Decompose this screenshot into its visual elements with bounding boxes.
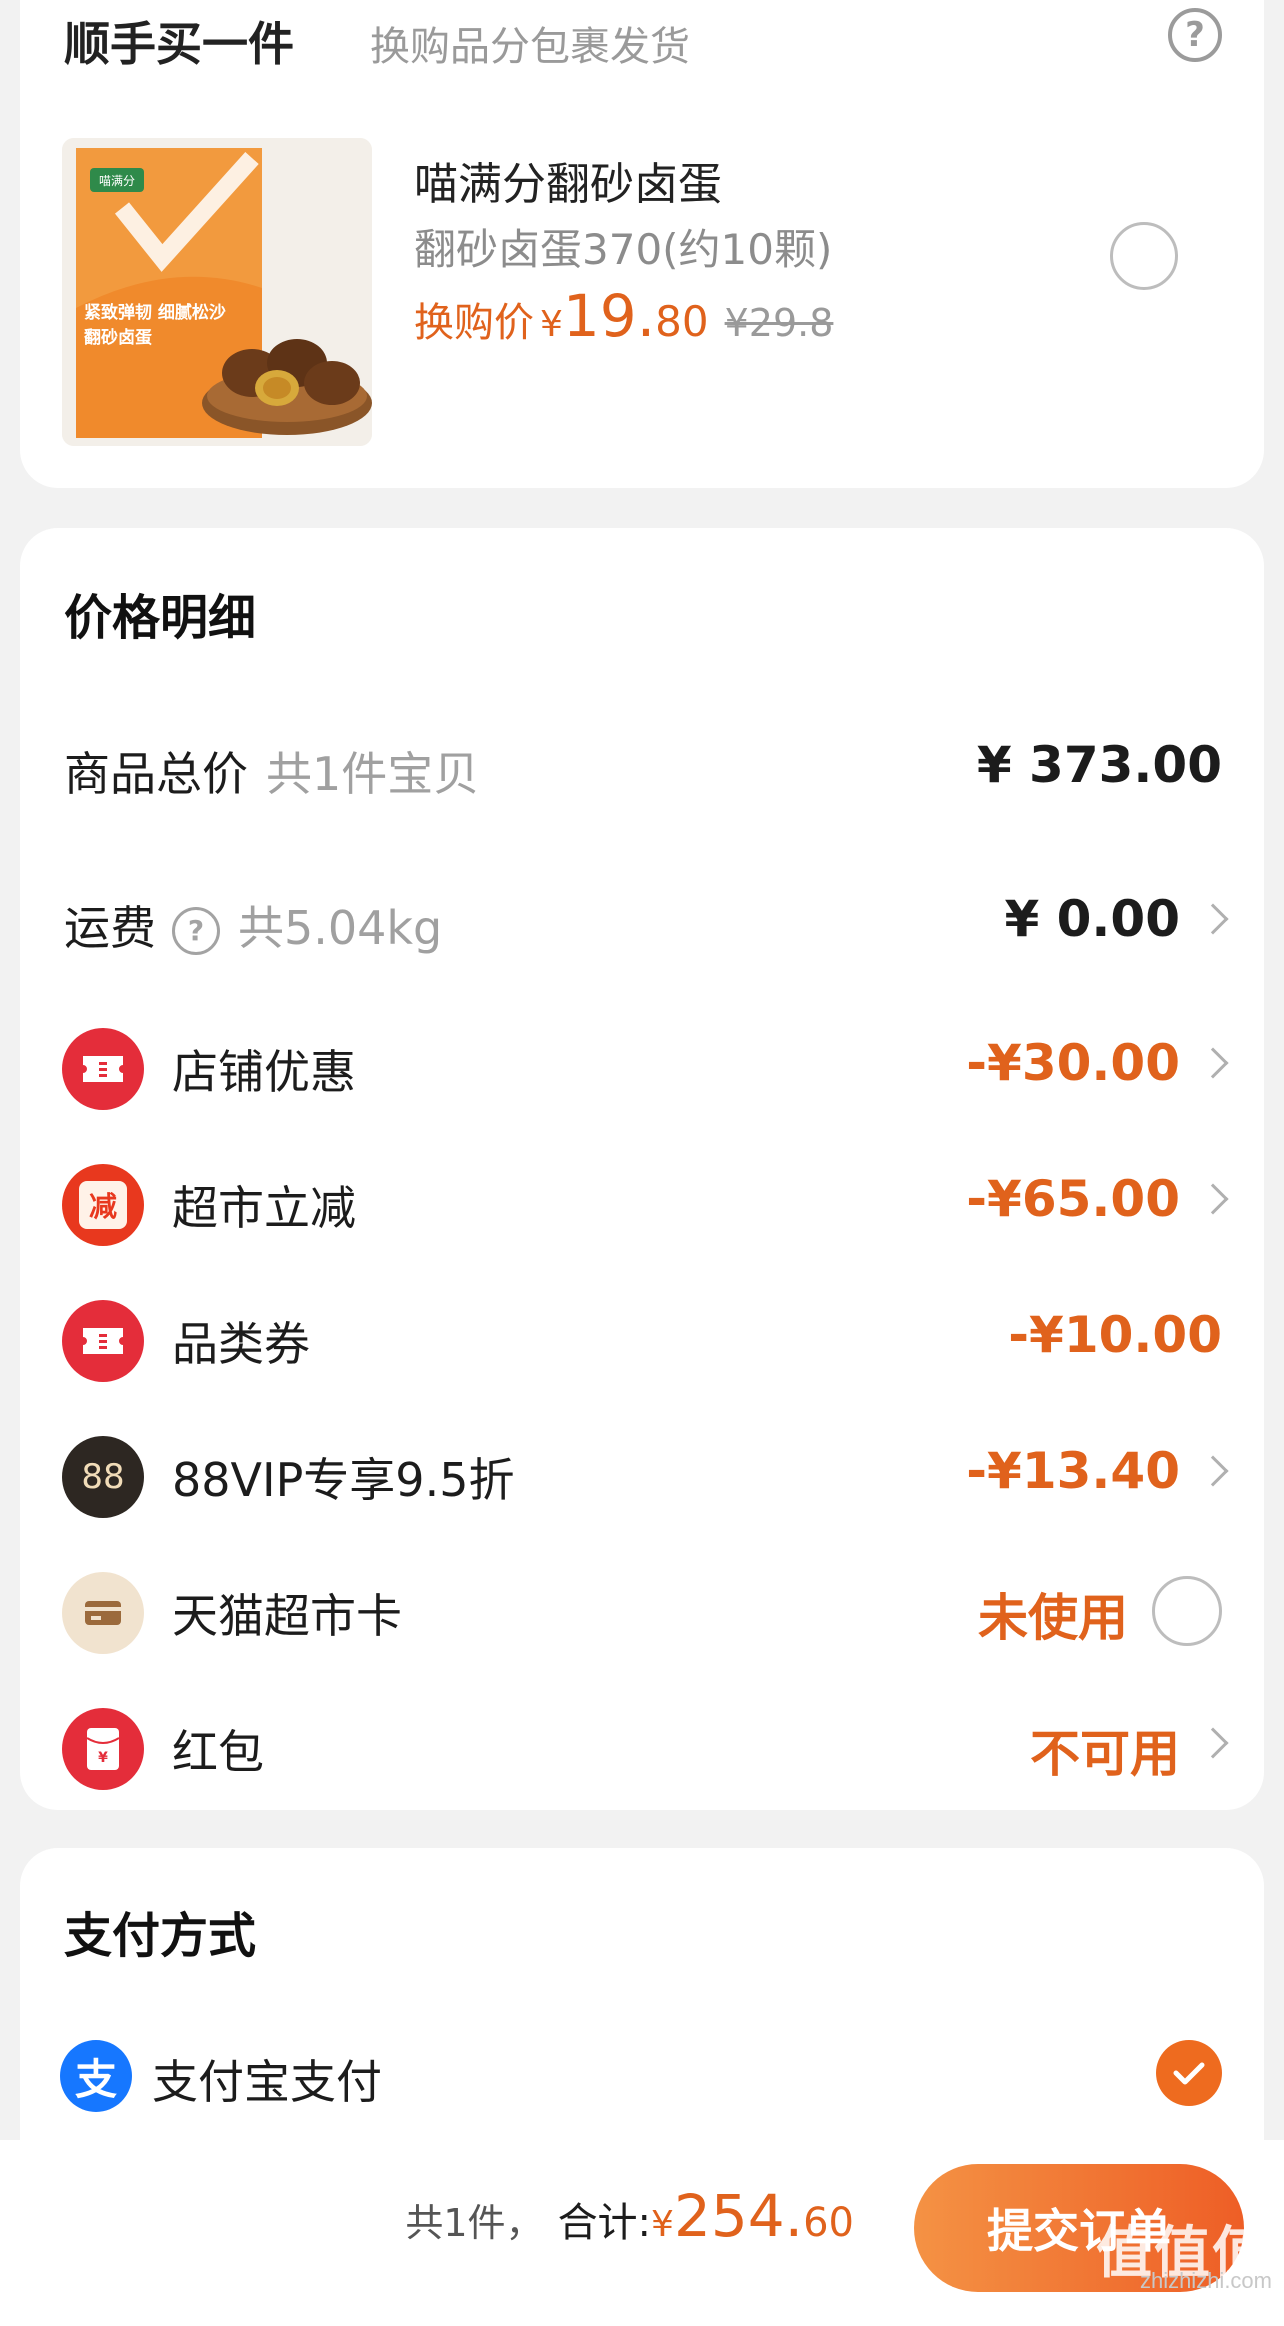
vip-88-icon: 88 bbox=[62, 1436, 144, 1518]
chevron-right-icon bbox=[1197, 1183, 1229, 1215]
order-item-count: 共1件， bbox=[405, 2201, 544, 2245]
egg-package-illustration: 喵满分 紧致弹韧 细腻松沙 翻砂卤蛋 bbox=[62, 138, 372, 446]
payment-title: 支付方式 bbox=[64, 1908, 257, 1964]
ticket-icon bbox=[62, 1300, 144, 1382]
product-price-label: 换购价 bbox=[414, 300, 534, 346]
chevron-right-icon bbox=[1197, 1047, 1229, 1079]
goods-total-count: 共1件宝贝 bbox=[266, 747, 480, 801]
package-product-text: 翻砂卤蛋 bbox=[84, 327, 152, 348]
red-packet-status: 不可用 bbox=[1030, 1725, 1180, 1783]
ticket-icon bbox=[62, 1028, 144, 1110]
product-spec: 翻砂卤蛋370(约10颗) bbox=[414, 225, 833, 274]
product-original-price: ¥29.8 bbox=[724, 301, 834, 345]
market-card-label: 天猫超市卡 bbox=[172, 1589, 402, 1643]
row-shipping[interactable]: 运费? 共5.04kg ¥ 0.00 bbox=[20, 878, 1264, 968]
alipay-label[interactable]: 支付宝支付 bbox=[152, 2046, 382, 2112]
package-slogan-text: 紧致弹韧 细腻松沙 bbox=[84, 302, 226, 323]
market-card-status: 未使用 bbox=[978, 1589, 1128, 1647]
package-brand-text: 喵满分 bbox=[99, 174, 135, 188]
check-icon[interactable] bbox=[1156, 2040, 1222, 2106]
product-select-radio[interactable] bbox=[1110, 222, 1178, 290]
question-circle-icon[interactable]: ? bbox=[172, 907, 220, 955]
order-total-decimal: 60 bbox=[803, 2200, 854, 2246]
chevron-right-icon bbox=[1197, 903, 1229, 935]
price-detail-card: 价格明细 商品总价 共1件宝贝 ¥ 373.00 运费? 共5.04kg ¥ 0.0… bbox=[20, 528, 1264, 1810]
question-circle-icon[interactable]: ? bbox=[1168, 8, 1222, 62]
goods-total-value: ¥ 373.00 bbox=[976, 736, 1222, 794]
order-total-integer: 254. bbox=[673, 2182, 804, 2250]
shipping-value: ¥ 0.00 bbox=[1004, 890, 1180, 948]
watermark-text: zhizhizhi.com bbox=[1139, 2268, 1272, 2293]
row-88vip[interactable]: 88 88VIP专享9.5折 -¥13.40 bbox=[20, 1430, 1264, 1520]
row-market-discount[interactable]: 减 超市立减 -¥65.00 bbox=[20, 1158, 1264, 1248]
product-price-decimal: 80 bbox=[655, 297, 709, 346]
shipping-label: 运费? 共5.04kg bbox=[64, 901, 443, 955]
red-packet-label: 红包 bbox=[172, 1725, 264, 1779]
row-red-packet[interactable]: ¥ 红包 不可用 bbox=[20, 1702, 1264, 1792]
row-goods-total: 商品总价 共1件宝贝 ¥ 373.00 bbox=[20, 724, 1264, 814]
svg-text:¥: ¥ bbox=[98, 1750, 108, 1766]
addon-subtitle: 换购品分包裹发货 bbox=[370, 24, 690, 70]
alipay-icon: 支 bbox=[60, 2040, 132, 2112]
order-total-label: 合计: bbox=[557, 2200, 652, 2246]
category-coupon-value: -¥10.00 bbox=[1008, 1306, 1222, 1364]
row-market-card[interactable]: 天猫超市卡 未使用 bbox=[20, 1566, 1264, 1656]
product-price-integer: 19. bbox=[562, 282, 656, 350]
store-discount-value: -¥30.00 bbox=[966, 1034, 1180, 1092]
addon-title: 顺手买一件 bbox=[64, 17, 294, 71]
product-price-yen: ¥ bbox=[540, 304, 563, 345]
market-card-radio[interactable] bbox=[1152, 1576, 1222, 1646]
product-name[interactable]: 喵满分翻砂卤蛋 bbox=[414, 148, 722, 212]
product-image[interactable]: 喵满分 紧致弹韧 细腻松沙 翻砂卤蛋 bbox=[62, 138, 372, 446]
product-price-row: 换购价 ¥19.80 ¥29.8 bbox=[414, 282, 833, 350]
order-total: 共1件， 合计:¥254.60 bbox=[405, 2182, 854, 2250]
chevron-right-icon bbox=[1197, 1727, 1229, 1759]
discount-badge-icon: 减 bbox=[62, 1164, 144, 1246]
vip-discount-value: -¥13.40 bbox=[966, 1442, 1180, 1500]
bottom-bar: 共1件， 合计:¥254.60 提交订单 bbox=[0, 2140, 1284, 2326]
chevron-right-icon bbox=[1197, 1455, 1229, 1487]
market-discount-value: -¥65.00 bbox=[966, 1170, 1180, 1228]
vip-discount-label: 88VIP专享9.5折 bbox=[172, 1453, 515, 1507]
goods-total-label: 商品总价 共1件宝贝 bbox=[64, 747, 480, 801]
shipping-weight: 共5.04kg bbox=[238, 901, 443, 955]
category-coupon-label: 品类券 bbox=[172, 1317, 310, 1371]
red-packet-icon: ¥ bbox=[62, 1708, 144, 1790]
store-discount-label: 店铺优惠 bbox=[172, 1045, 356, 1099]
row-category-coupon: 品类券 -¥10.00 bbox=[20, 1294, 1264, 1384]
card-icon bbox=[62, 1572, 144, 1654]
addon-card: 顺手买一件 换购品分包裹发货 ? 喵满分 紧致弹韧 细腻松沙 翻砂卤蛋 喵满分翻… bbox=[20, 0, 1264, 488]
price-detail-title: 价格明细 bbox=[64, 590, 257, 646]
order-total-yen: ¥ bbox=[651, 2204, 674, 2245]
market-discount-label: 超市立减 bbox=[172, 1181, 356, 1235]
row-store-discount[interactable]: 店铺优惠 -¥30.00 bbox=[20, 1022, 1264, 1112]
